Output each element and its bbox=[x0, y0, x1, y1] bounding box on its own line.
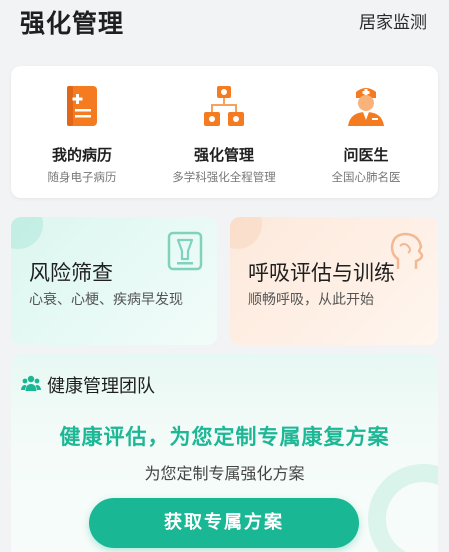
get-plan-button[interactable]: 获取专属方案 bbox=[89, 498, 359, 548]
quick-link-name: 问医生 bbox=[343, 146, 389, 164]
team-icon bbox=[21, 375, 41, 391]
quick-link-medical-record[interactable]: 我的病历 随身电子病历 bbox=[11, 66, 153, 198]
feature-sub: 心衰、心梗、疾病早发现 bbox=[29, 292, 183, 308]
quick-link-sub: 多学科强化全程管理 bbox=[172, 170, 276, 184]
quick-link-sub: 全国心肺名医 bbox=[331, 170, 401, 184]
team-title: 健康管理团队 bbox=[47, 376, 155, 397]
breathing-training-card[interactable]: 呼吸评估与训练 顺畅呼吸，从此开始 bbox=[230, 217, 438, 345]
feature-title: 风险筛查 bbox=[29, 261, 113, 285]
risk-screening-card[interactable]: 风险筛查 心衰、心梗、疾病早发现 bbox=[11, 217, 217, 345]
organization-chart-icon bbox=[204, 86, 244, 126]
home-monitoring-link[interactable]: 居家监测 bbox=[359, 8, 427, 33]
doctor-icon bbox=[348, 88, 384, 126]
decorative-circle bbox=[230, 217, 262, 249]
team-subtitle: 为您定制专属强化方案 bbox=[144, 464, 305, 483]
feature-sub: 顺畅呼吸，从此开始 bbox=[248, 292, 374, 308]
quick-link-intensive-management[interactable]: 强化管理 多学科强化全程管理 bbox=[153, 66, 295, 198]
screening-cup-icon bbox=[167, 231, 203, 271]
header: 强化管理 居家监测 bbox=[0, 0, 449, 44]
quick-link-sub: 随身电子病历 bbox=[47, 170, 117, 184]
quick-links-card: 我的病历 随身电子病历 强化管理 多学科强化全程管理 问医生 全国心肺名医 bbox=[11, 66, 438, 198]
quick-link-name: 我的病历 bbox=[51, 146, 112, 164]
team-slogan: 健康评估，为您定制专属康复方案 bbox=[59, 425, 390, 449]
quick-link-ask-doctor[interactable]: 问医生 全国心肺名医 bbox=[295, 66, 437, 198]
medical-record-icon bbox=[67, 86, 97, 126]
page-title: 强化管理 bbox=[20, 9, 125, 38]
decorative-circle bbox=[11, 217, 43, 249]
feature-title: 呼吸评估与训练 bbox=[248, 261, 395, 285]
quick-link-name: 强化管理 bbox=[193, 146, 254, 164]
health-team-card: 健康管理团队 健康评估，为您定制专属康复方案 为您定制专属强化方案 获取专属方案 bbox=[11, 354, 438, 552]
